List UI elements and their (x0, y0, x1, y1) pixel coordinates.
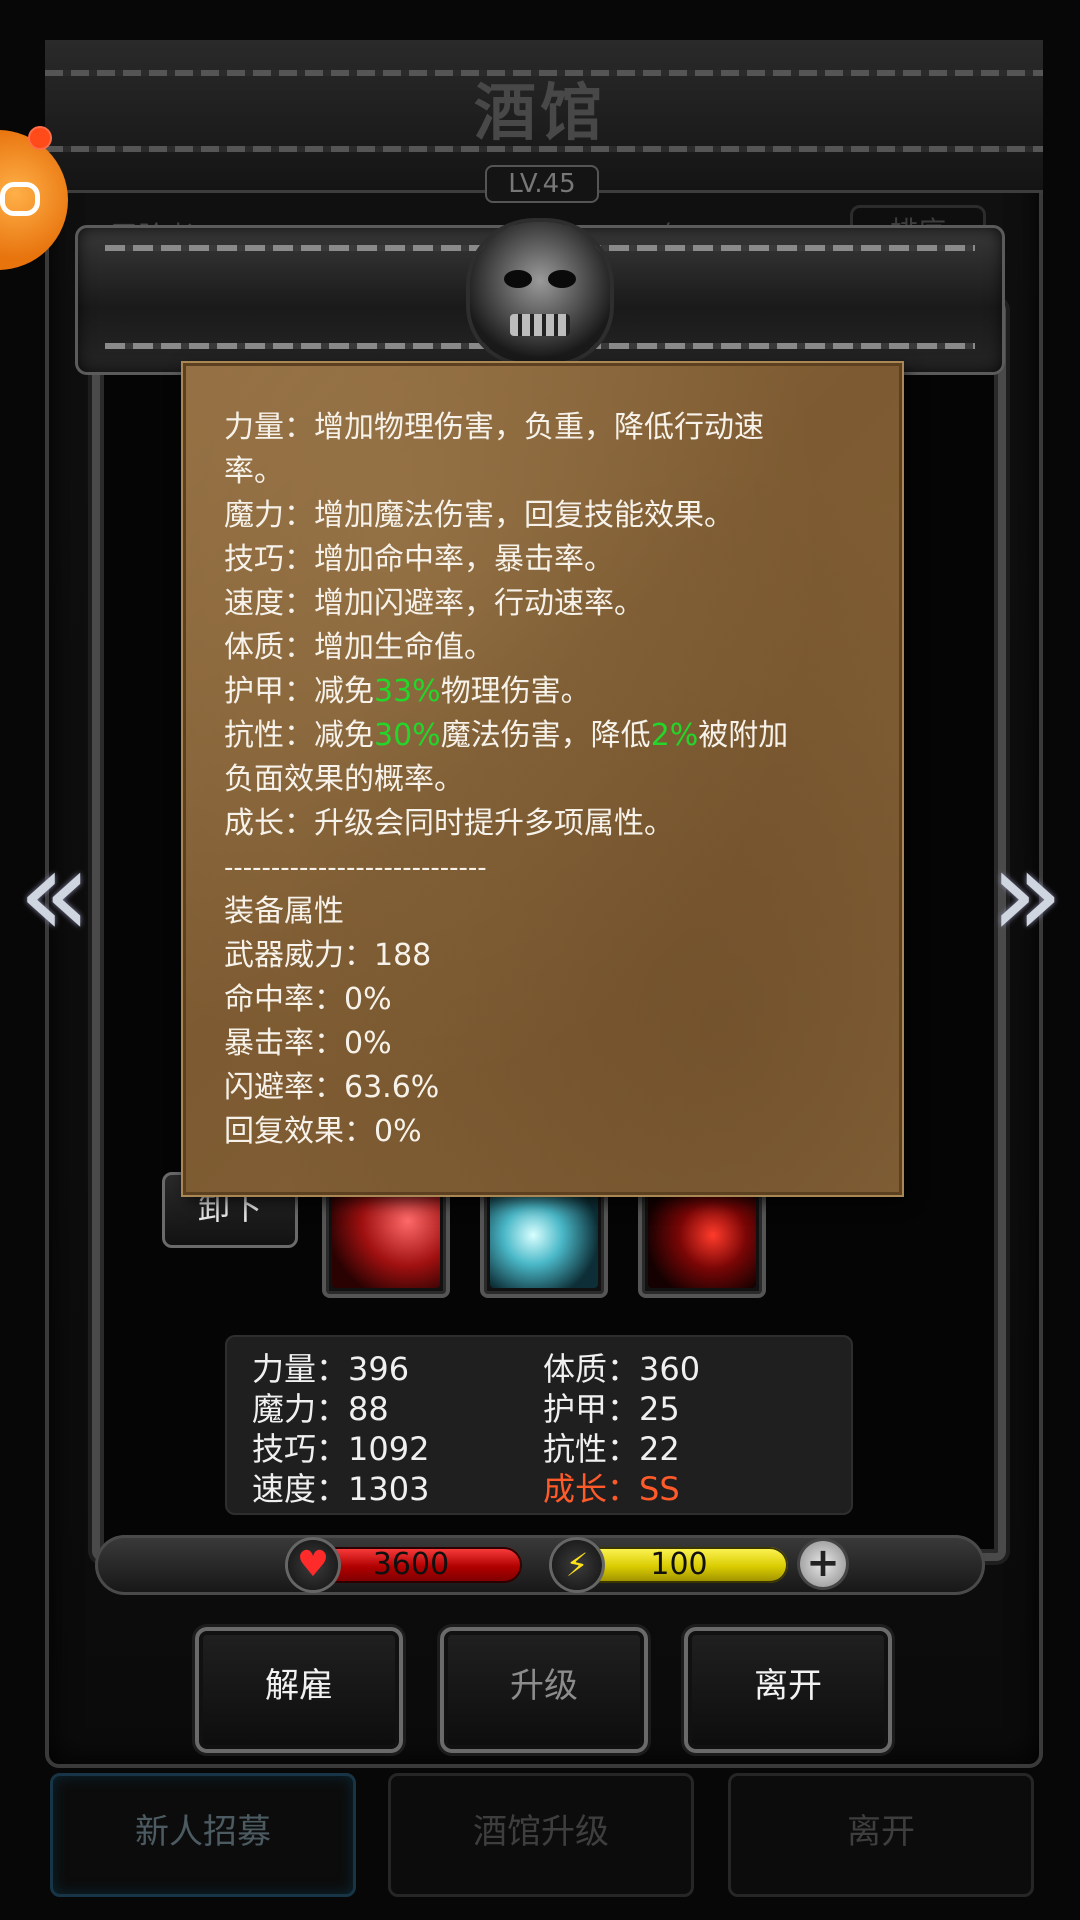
stat-growth: 成长：SS (543, 1470, 680, 1508)
equipment-slot-accessory[interactable] (638, 1182, 766, 1298)
next-hero-arrow-icon[interactable]: » (990, 835, 1063, 955)
skill-description: 技巧：增加命中率，暴击率。 (224, 542, 614, 577)
add-energy-button[interactable]: + (800, 1541, 846, 1587)
growth-description: 成长：升级会同时提升多项属性。 (224, 806, 674, 841)
resist-desc-suffix: 被附加 (698, 718, 789, 753)
red-claw-icon (648, 1192, 756, 1288)
red-blade-icon (332, 1192, 440, 1288)
leave-button[interactable]: 离开 (684, 1627, 892, 1753)
magic-reduction-value: 30% (374, 718, 441, 753)
notification-dot (28, 126, 52, 150)
resist-desc-prefix: 抗性：减免 (224, 718, 374, 753)
heart-icon: ♥ (288, 1540, 338, 1590)
attribute-tooltip[interactable]: 力量：增加物理伤害，负重，降低行动速 率。 魔力：增加魔法伤害，回复技能效果。 … (183, 363, 902, 1195)
weapon-power: 武器威力：188 (224, 938, 432, 973)
stat-strength: 力量：396 (252, 1350, 410, 1388)
tavern-title: 酒馆 (473, 76, 606, 149)
debuff-reduction-value: 2% (650, 718, 699, 753)
stat-magic: 魔力：88 (252, 1390, 389, 1428)
dodge-rate: 闪避率：63.6% (224, 1070, 440, 1105)
equipment-attributes-header: 装备属性 (224, 894, 344, 929)
skull-teeth (510, 314, 570, 336)
speed-description: 速度：增加闪避率，行动速率。 (224, 586, 644, 621)
equipment-slot-weapon[interactable] (322, 1182, 450, 1298)
upgrade-button[interactable]: 升级 (440, 1627, 648, 1753)
resist-description: 抗性：减免30%魔法伤害，降低2%被附加 (224, 714, 788, 758)
armor-reduction-value: 33% (374, 674, 441, 709)
crit-rate: 暴击率：0% (224, 1026, 392, 1061)
stat-resist: 抗性：22 (543, 1430, 680, 1468)
tavern-upgrade-button[interactable]: 酒馆升级 (388, 1773, 694, 1897)
hero-stats-box: 力量：396 魔力：88 技巧：1092 速度：1303 体质：360 护甲：2… (225, 1335, 853, 1515)
stat-armor: 护甲：25 (543, 1390, 680, 1428)
physique-description: 体质：增加生命值。 (224, 630, 494, 665)
tavern-level-badge: LV.45 (485, 165, 599, 203)
recruit-button[interactable]: 新人招募 (50, 1773, 356, 1897)
mp-bar: 100 (570, 1547, 788, 1583)
recovery-effect: 回复效果：0% (224, 1114, 422, 1149)
skull-eye (504, 270, 532, 288)
skull-ornament-icon (470, 222, 610, 362)
bottom-leave-button[interactable]: 离开 (728, 1773, 1034, 1897)
previous-hero-arrow-icon[interactable]: « (18, 835, 91, 955)
strength-description-continued: 率。 (224, 454, 284, 489)
hit-rate: 命中率：0% (224, 982, 392, 1017)
dismiss-button[interactable]: 解雇 (195, 1627, 403, 1753)
armor-desc-prefix: 护甲：减免 (224, 674, 374, 709)
tooltip-divider: ---------------------------- (224, 853, 487, 883)
magic-description: 魔力：增加魔法伤害，回复技能效果。 (224, 498, 734, 533)
strength-description: 力量：增加物理伤害，负重，降低行动速 (224, 410, 764, 445)
armor-description: 护甲：减免33%物理伤害。 (224, 670, 591, 714)
stat-speed: 速度：1303 (252, 1470, 430, 1508)
resist-description-continued: 负面效果的概率。 (224, 762, 464, 797)
equipment-slot-armor[interactable] (480, 1182, 608, 1298)
stat-skill: 技巧：1092 (252, 1430, 430, 1468)
skull-eye (548, 270, 576, 288)
resist-desc-mid: 魔法伤害，降低 (440, 718, 651, 753)
stat-physique: 体质：360 (543, 1350, 701, 1388)
armor-desc-suffix: 物理伤害。 (440, 674, 591, 709)
hp-mp-bar-frame (95, 1535, 985, 1595)
lightning-icon: ⚡ (552, 1540, 602, 1590)
ice-slash-icon (490, 1192, 598, 1288)
gamepad-icon (0, 182, 40, 216)
